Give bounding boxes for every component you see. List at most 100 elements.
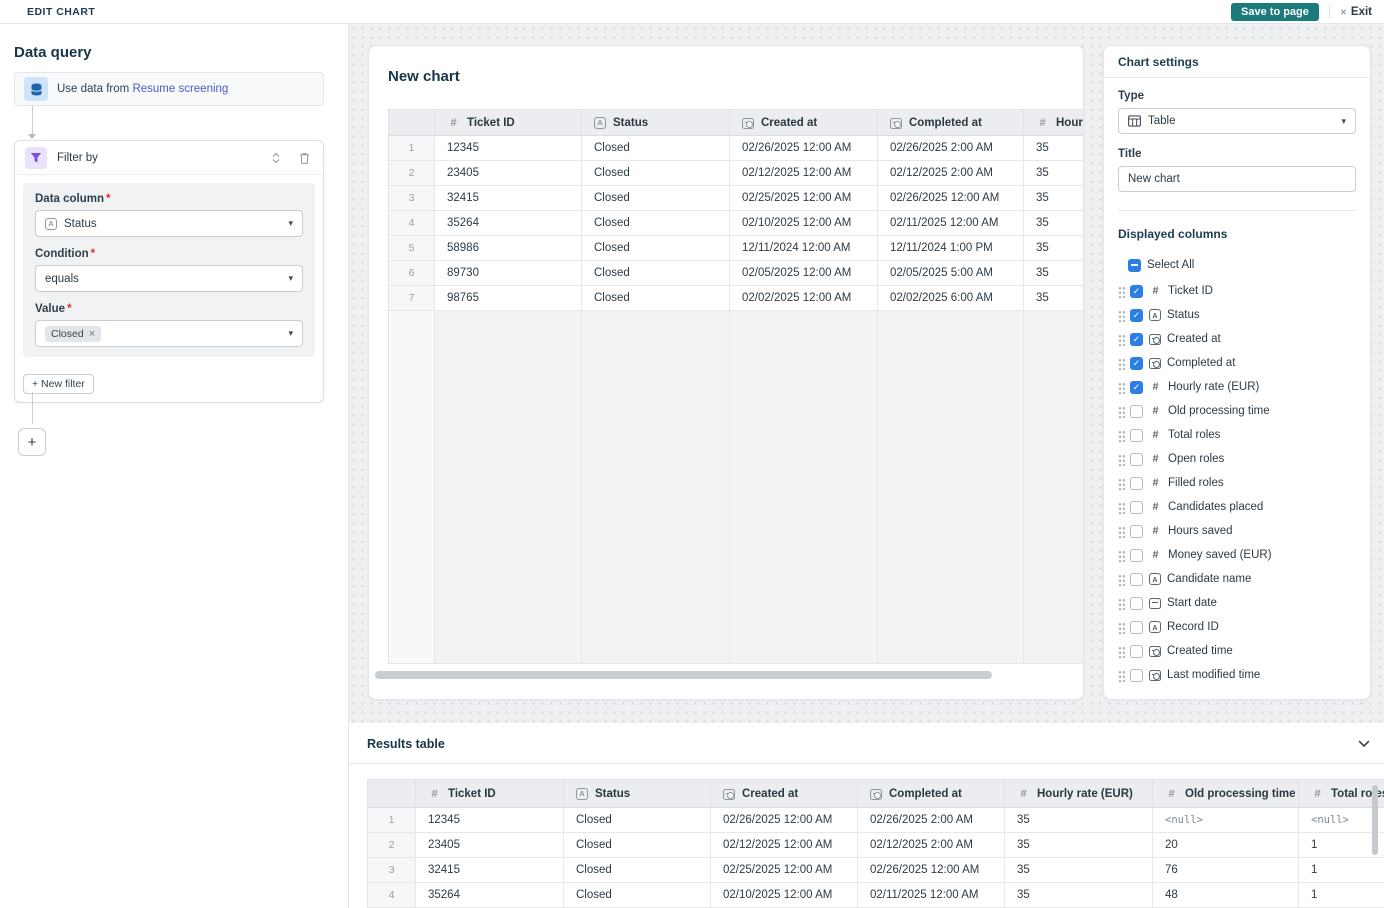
column-checkbox[interactable]	[1130, 669, 1143, 682]
filter-step-header[interactable]: Filter by	[15, 141, 323, 175]
table-cell: 98765	[435, 286, 582, 311]
vertical-scrollbar[interactable]	[1372, 785, 1378, 905]
column-checkbox[interactable]	[1130, 573, 1143, 586]
column-checkbox[interactable]	[1130, 453, 1143, 466]
save-to-page-button[interactable]: Save to page	[1231, 3, 1319, 21]
number-icon	[1036, 116, 1049, 129]
column-checkbox[interactable]	[1130, 597, 1143, 610]
select-all-checkbox[interactable]	[1128, 259, 1141, 272]
horizontal-scrollbar[interactable]	[375, 671, 1075, 679]
drag-handle-icon[interactable]	[1118, 333, 1125, 346]
column-checkbox[interactable]	[1130, 621, 1143, 634]
chip-remove-icon[interactable]: ×	[89, 328, 95, 340]
drag-handle-icon[interactable]	[1118, 429, 1125, 442]
data-source-step[interactable]: Use data from Resume screening	[14, 72, 324, 106]
displayed-column-item[interactable]: Start date	[1118, 591, 1356, 615]
drag-handle-icon[interactable]	[1118, 381, 1125, 394]
required-marker: *	[106, 193, 110, 205]
results-column-header[interactable]: Old processing time	[1153, 780, 1299, 808]
drag-handle-icon[interactable]	[1118, 669, 1125, 682]
column-checkbox[interactable]	[1130, 477, 1143, 490]
table-cell: 35	[1024, 136, 1084, 161]
column-checkbox[interactable]	[1130, 549, 1143, 562]
displayed-column-item[interactable]: Open roles	[1118, 447, 1356, 471]
drag-handle-icon[interactable]	[1118, 597, 1125, 610]
displayed-column-item[interactable]: Last modified time	[1118, 663, 1356, 687]
drag-handle-icon[interactable]	[1118, 405, 1125, 418]
preview-column-header[interactable]: Created at	[730, 110, 878, 136]
displayed-column-item[interactable]: Status	[1118, 303, 1356, 327]
drag-handle-icon[interactable]	[1118, 285, 1125, 298]
chart-title-input[interactable]	[1118, 166, 1356, 192]
column-checkbox[interactable]	[1130, 333, 1143, 346]
displayed-column-item[interactable]: Record ID	[1118, 615, 1356, 639]
condition-select[interactable]: equals ▾	[35, 265, 303, 292]
results-column-header[interactable]: Ticket ID	[416, 780, 564, 808]
results-column-header[interactable]: Status	[564, 780, 711, 808]
value-select[interactable]: Closed × ▾	[35, 320, 303, 347]
drag-handle-icon[interactable]	[1118, 309, 1125, 322]
preview-column-header[interactable]: Hourly rate (EUR)	[1024, 110, 1084, 136]
displayed-column-item[interactable]: Old processing time	[1118, 399, 1356, 423]
data-column-label: Data column*	[35, 193, 303, 205]
preview-column-header[interactable]: Status	[582, 110, 730, 136]
results-column-header[interactable]: Created at	[711, 780, 858, 808]
displayed-column-item[interactable]: Candidates placed	[1118, 495, 1356, 519]
displayed-column-item[interactable]: Money saved (EUR)	[1118, 543, 1356, 567]
collapse-icon[interactable]	[267, 149, 285, 167]
results-column-header[interactable]: Completed at	[858, 780, 1005, 808]
table-cell: 02/10/2025 12:00 AM	[711, 883, 858, 908]
add-step-button[interactable]: +	[18, 428, 46, 456]
chevron-down-icon[interactable]	[1358, 739, 1370, 751]
drag-handle-icon[interactable]	[1118, 525, 1125, 538]
column-checkbox[interactable]	[1130, 285, 1143, 298]
scrollbar-thumb[interactable]	[1372, 785, 1378, 855]
data-source-link[interactable]: Resume screening	[132, 83, 228, 95]
drag-handle-icon[interactable]	[1118, 453, 1125, 466]
displayed-column-item[interactable]: Hours saved	[1118, 519, 1356, 543]
number-icon	[428, 787, 441, 800]
displayed-column-item[interactable]: Filled roles	[1118, 471, 1356, 495]
column-checkbox[interactable]	[1130, 357, 1143, 370]
scrollbar-thumb[interactable]	[375, 671, 992, 679]
chart-type-select[interactable]: Table ▾	[1118, 108, 1356, 134]
preview-column-header[interactable]: Completed at	[878, 110, 1024, 136]
displayed-column-item[interactable]: Hourly rate (EUR)	[1118, 375, 1356, 399]
text-icon	[576, 788, 588, 800]
delete-icon[interactable]	[295, 149, 313, 167]
number-icon	[1149, 285, 1162, 298]
drag-handle-icon[interactable]	[1118, 477, 1125, 490]
column-checkbox[interactable]	[1130, 405, 1143, 418]
column-checkbox[interactable]	[1130, 381, 1143, 394]
new-filter-button[interactable]: + New filter	[23, 374, 94, 394]
row-number: 5	[389, 236, 435, 261]
exit-button[interactable]: × Exit	[1340, 5, 1372, 19]
text-icon	[1149, 309, 1161, 321]
column-checkbox[interactable]	[1130, 429, 1143, 442]
displayed-column-label: Status	[1167, 309, 1200, 321]
column-checkbox[interactable]	[1130, 309, 1143, 322]
drag-handle-icon[interactable]	[1118, 357, 1125, 370]
displayed-column-item[interactable]: Completed at	[1118, 351, 1356, 375]
displayed-column-item[interactable]: Total roles	[1118, 423, 1356, 447]
table-cell: 02/05/2025 12:00 AM	[730, 261, 878, 286]
data-column-select[interactable]: Status ▾	[35, 210, 303, 237]
select-all-row[interactable]: Select All	[1118, 253, 1356, 277]
drag-handle-icon[interactable]	[1118, 549, 1125, 562]
results-column-header[interactable]: Hourly rate (EUR)	[1005, 780, 1153, 808]
preview-column-header[interactable]: Ticket ID	[435, 110, 582, 136]
number-icon	[1149, 477, 1162, 490]
displayed-column-item[interactable]: Created time	[1118, 639, 1356, 663]
drag-handle-icon[interactable]	[1118, 621, 1125, 634]
column-checkbox[interactable]	[1130, 525, 1143, 538]
drag-handle-icon[interactable]	[1118, 501, 1125, 514]
displayed-column-item[interactable]: Created at	[1118, 327, 1356, 351]
drag-handle-icon[interactable]	[1118, 645, 1125, 658]
drag-handle-icon[interactable]	[1118, 573, 1125, 586]
filter-step-card: Filter by Data column* Status ▾ Conditio…	[14, 140, 324, 403]
column-checkbox[interactable]	[1130, 645, 1143, 658]
displayed-column-item[interactable]: Candidate name	[1118, 567, 1356, 591]
column-checkbox[interactable]	[1130, 501, 1143, 514]
table-row: 689730Closed02/05/2025 12:00 AM02/05/202…	[389, 261, 1084, 286]
displayed-column-item[interactable]: Ticket ID	[1118, 279, 1356, 303]
